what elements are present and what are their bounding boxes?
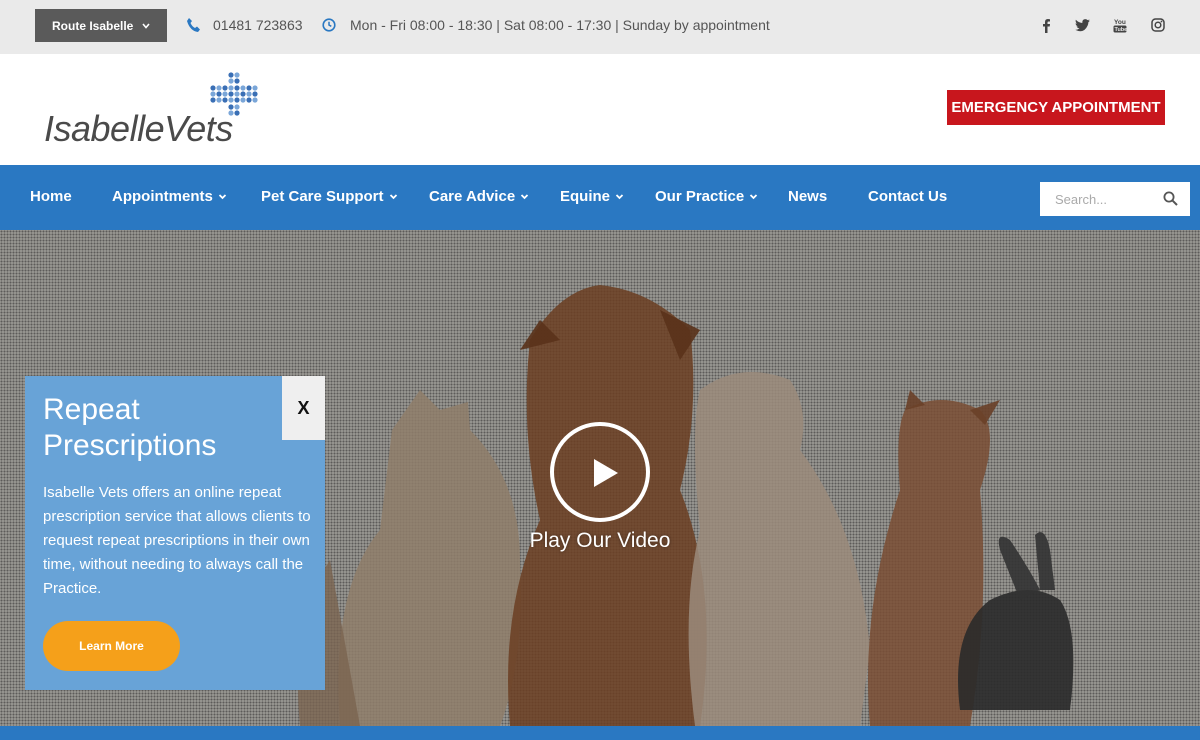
nav-item-news[interactable]: News xyxy=(788,188,827,205)
youtube-icon[interactable]: You Tube xyxy=(1112,17,1128,33)
chevron-down-icon xyxy=(142,22,150,29)
chevron-down-icon xyxy=(521,194,529,200)
chevron-down-icon xyxy=(615,194,624,200)
nav-item-pet-care-support[interactable]: Pet Care Support xyxy=(261,188,398,205)
nav-item-equine[interactable]: Equine xyxy=(560,188,624,205)
search-icon[interactable] xyxy=(1163,191,1178,206)
site-logo[interactable]: IsabelleVets xyxy=(44,72,264,152)
top-bar: Route Isabelle 01481 723863 Mon - Fri 08… xyxy=(0,0,1200,54)
nav-label: Contact Us xyxy=(868,188,948,205)
nav-label: Our Practice xyxy=(655,188,745,205)
location-dropdown-button[interactable]: Route Isabelle xyxy=(35,9,167,42)
nav-item-home[interactable]: Home xyxy=(30,188,72,205)
emergency-appointment-button[interactable]: EMERGENCY APPOINTMENT xyxy=(947,90,1165,125)
clock-icon xyxy=(322,18,336,32)
nav-label: Pet Care Support xyxy=(261,188,384,205)
logo-wordmark: IsabelleVets xyxy=(44,108,233,149)
facebook-icon[interactable] xyxy=(1038,17,1054,33)
phone-icon xyxy=(187,18,200,32)
main-navigation: Home Appointments Pet Care Support Care … xyxy=(0,165,1200,230)
nav-item-our-practice[interactable]: Our Practice xyxy=(655,188,758,205)
chevron-down-icon xyxy=(389,194,397,200)
site-header: IsabelleVets EMERGENCY APPOINTMENT xyxy=(0,54,1200,165)
svg-text:Tube: Tube xyxy=(1115,27,1128,33)
nav-label: Appointments xyxy=(112,188,213,205)
play-video-label[interactable]: Play Our Video xyxy=(500,529,700,553)
play-icon xyxy=(594,459,618,487)
learn-more-button[interactable]: Learn More xyxy=(43,621,180,671)
twitter-icon[interactable] xyxy=(1074,17,1090,33)
search-box xyxy=(1040,182,1190,216)
nav-item-contact-us[interactable]: Contact Us xyxy=(868,188,947,205)
chevron-down-icon xyxy=(218,194,226,200)
close-popup-button[interactable]: X xyxy=(282,376,325,440)
nav-label: Home xyxy=(30,188,72,205)
popup-title: Repeat Prescriptions xyxy=(43,393,217,462)
popup-body: Isabelle Vets offers an online repeat pr… xyxy=(43,484,311,597)
instagram-icon[interactable] xyxy=(1150,17,1166,33)
nav-label: Care Advice xyxy=(429,188,516,205)
phone-link[interactable]: 01481 723863 xyxy=(213,17,303,33)
svg-text:You: You xyxy=(1114,19,1126,26)
play-video-button[interactable] xyxy=(550,422,650,522)
footer-strip xyxy=(0,726,1200,740)
nav-item-care-advice[interactable]: Care Advice xyxy=(429,188,529,205)
location-label: Route Isabelle xyxy=(52,18,134,33)
opening-hours: Mon - Fri 08:00 - 18:30 | Sat 08:00 - 17… xyxy=(350,17,770,33)
nav-label: Equine xyxy=(560,188,611,205)
repeat-prescriptions-popup: Repeat Prescriptions X Isabelle Vets off… xyxy=(25,376,325,690)
chevron-down-icon xyxy=(750,194,758,200)
nav-item-appointments[interactable]: Appointments xyxy=(112,188,227,205)
nav-label: News xyxy=(788,188,828,205)
search-input[interactable] xyxy=(1055,191,1165,207)
